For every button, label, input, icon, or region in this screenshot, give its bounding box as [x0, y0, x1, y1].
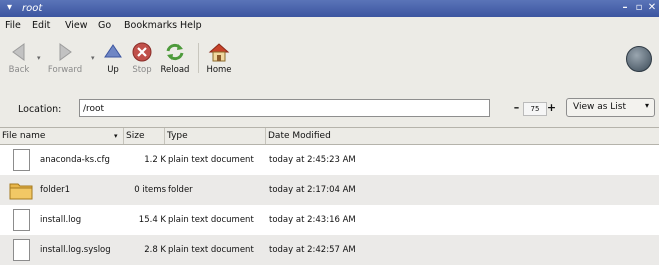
text-file-icon	[13, 209, 30, 231]
location-input[interactable]: /root	[79, 99, 490, 117]
file-date: today at 2:45:23 AM	[269, 155, 356, 165]
close-icon[interactable]: ✕	[646, 2, 658, 14]
minimize-icon[interactable]: –	[619, 2, 631, 14]
sort-down-icon: ▾	[114, 132, 118, 140]
title-bar: ▾ root – ▫ ✕	[0, 0, 659, 17]
stop-icon	[132, 42, 152, 62]
home-icon	[208, 43, 230, 62]
forward-label: Forward	[47, 65, 83, 75]
file-name: install.log	[40, 215, 82, 225]
back-label: Back	[8, 65, 30, 75]
location-label: Location:	[18, 104, 62, 115]
view-as-select[interactable]: View as List ▾	[566, 98, 655, 117]
back-button[interactable]: Back	[5, 41, 33, 76]
window-menu-icon[interactable]: ▾	[3, 2, 16, 14]
menu-file[interactable]: File	[5, 20, 21, 32]
column-header: File name ▾ Size Type Date Modified	[0, 127, 659, 145]
menu-help[interactable]: Help	[180, 20, 202, 32]
forward-history-icon[interactable]: ▾	[91, 54, 95, 62]
file-name: install.log.syslog	[40, 245, 111, 255]
file-date: today at 2:43:16 AM	[269, 215, 356, 225]
column-date-modified[interactable]: Date Modified	[266, 128, 659, 144]
maximize-icon[interactable]: ▫	[633, 2, 645, 14]
stop-button[interactable]: Stop	[128, 41, 156, 76]
reload-label: Reload	[160, 65, 190, 75]
up-arrow-icon	[104, 44, 122, 58]
window-title: root	[22, 3, 43, 14]
up-button[interactable]: Up	[99, 41, 127, 76]
reload-icon	[166, 43, 184, 61]
file-type: folder	[168, 185, 193, 195]
menu-edit[interactable]: Edit	[32, 20, 50, 32]
column-file-name-label: File name	[2, 131, 46, 141]
zoom-in-button[interactable]: +	[546, 100, 557, 116]
column-size[interactable]: Size	[124, 128, 165, 144]
menu-view[interactable]: View	[65, 20, 88, 32]
home-label: Home	[206, 65, 232, 75]
view-as-label: View as List	[573, 102, 627, 112]
list-item[interactable]: anaconda-ks.cfg 1.2 K plain text documen…	[0, 145, 659, 175]
reload-button[interactable]: Reload	[157, 41, 193, 76]
file-type: plain text document	[168, 245, 254, 255]
zoom-out-button[interactable]: –	[511, 100, 522, 116]
chevron-down-icon: ▾	[644, 101, 649, 110]
zoom-level[interactable]: 75	[523, 102, 547, 116]
file-list: anaconda-ks.cfg 1.2 K plain text documen…	[0, 145, 659, 265]
file-size: 15.4 K	[138, 215, 166, 225]
file-type: plain text document	[168, 215, 254, 225]
toolbar-separator	[198, 43, 199, 73]
back-history-icon[interactable]: ▾	[37, 54, 41, 62]
column-type[interactable]: Type	[165, 128, 266, 144]
home-button[interactable]: Home	[203, 41, 235, 76]
list-item[interactable]: install.log 15.4 K plain text document t…	[0, 205, 659, 235]
menu-bookmarks[interactable]: Bookmarks	[124, 20, 177, 32]
text-file-icon	[13, 149, 30, 171]
zoom-control: – 75 +	[511, 99, 557, 117]
up-label: Up	[107, 65, 119, 75]
file-size: 1.2 K	[144, 155, 166, 165]
forward-arrow-icon	[59, 43, 72, 61]
back-arrow-icon	[12, 43, 25, 61]
location-bar: Location: /root – 75 + View as List ▾	[0, 93, 659, 127]
file-type: plain text document	[168, 155, 254, 165]
file-date: today at 2:42:57 AM	[269, 245, 356, 255]
file-size: 2.8 K	[144, 245, 166, 255]
toolbar: Back ▾ Forward ▾ Up Stop Reload Home	[0, 35, 659, 93]
list-item[interactable]: install.log.syslog 2.8 K plain text docu…	[0, 235, 659, 265]
list-item[interactable]: folder1 0 items folder today at 2:17:04 …	[0, 175, 659, 205]
menu-go[interactable]: Go	[98, 20, 111, 32]
file-date: today at 2:17:04 AM	[269, 185, 356, 195]
file-name: anaconda-ks.cfg	[40, 155, 110, 165]
column-file-name[interactable]: File name ▾	[0, 128, 124, 144]
folder-icon	[9, 183, 33, 200]
stop-label: Stop	[132, 65, 152, 75]
file-name: folder1	[40, 185, 71, 195]
menu-bar: File Edit View Go Bookmarks Help	[0, 17, 659, 35]
file-size: 0 items	[134, 185, 166, 195]
forward-button[interactable]: Forward	[44, 41, 86, 76]
text-file-icon	[13, 239, 30, 261]
activity-throbber-icon	[626, 46, 652, 72]
